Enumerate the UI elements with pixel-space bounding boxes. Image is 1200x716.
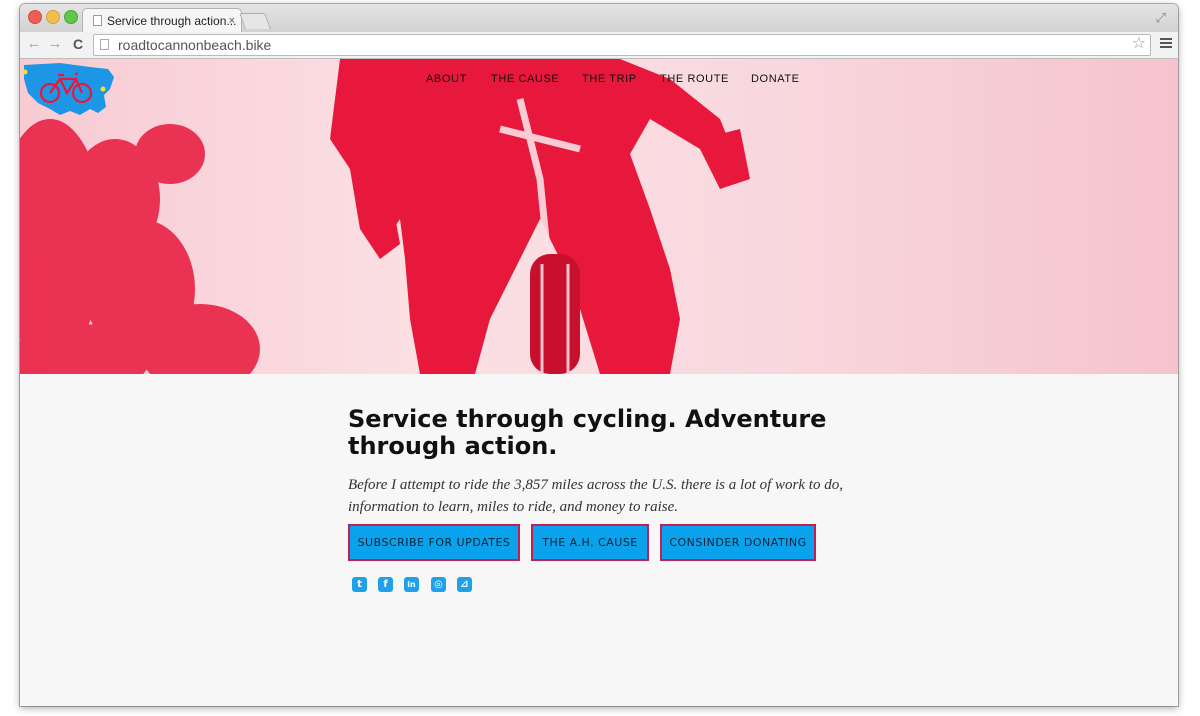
linkedin-icon[interactable]: in [404, 577, 419, 592]
reload-button[interactable]: C [68, 34, 88, 54]
browser-tab[interactable]: Service through action... × [82, 8, 242, 33]
facebook-icon[interactable]: f [378, 577, 393, 592]
hero-image: ABOUT THE CAUSE THE TRIP THE ROUTE DONAT… [20, 59, 1178, 374]
page-headline: Service through cycling. Adventure throu… [348, 405, 827, 460]
intro-paragraph: Before I attempt to ride the 3,857 miles… [348, 477, 843, 515]
nav-the-route-link[interactable]: THE ROUTE [660, 73, 729, 85]
new-tab-button[interactable] [239, 13, 271, 29]
web-page: ABOUT THE CAUSE THE TRIP THE ROUTE DONAT… [20, 59, 1178, 706]
forward-button[interactable]: → [45, 34, 65, 54]
browser-toolbar: ← → C roadtocannonbeach.bike ☆ [20, 32, 1178, 59]
rss-icon[interactable]: ⊿ [457, 577, 472, 592]
nav-the-trip-link[interactable]: THE TRIP [582, 73, 637, 85]
donate-button[interactable]: CONSINDER DONATING [660, 524, 816, 561]
the-cause-button[interactable]: THE A.H. CAUSE [531, 524, 649, 561]
twitter-icon[interactable]: t [352, 577, 367, 592]
tab-title: Service through action... [107, 14, 237, 28]
tab-close-icon[interactable]: × [229, 9, 235, 33]
nav-about-link[interactable]: ABOUT [426, 73, 467, 85]
cyclist-hero-graphic [20, 59, 750, 374]
browser-window: Service through action... × ⤢ ← → C road… [20, 4, 1178, 706]
nav-the-cause-link[interactable]: THE CAUSE [491, 73, 559, 85]
bookmark-star-icon[interactable]: ☆ [1132, 35, 1146, 53]
url-text[interactable]: roadtocannonbeach.bike [118, 36, 271, 54]
nav-donate-link[interactable]: DONATE [751, 73, 800, 85]
intro-section: Service through cycling. Adventure throu… [20, 374, 1178, 706]
address-bar[interactable]: roadtocannonbeach.bike ☆ [93, 34, 1151, 56]
restore-icon[interactable]: ⤢ [1156, 10, 1166, 26]
close-window-button[interactable] [28, 10, 42, 24]
maximize-window-button[interactable] [64, 10, 78, 24]
subscribe-button[interactable]: SUBSCRIBE FOR UPDATES [348, 524, 520, 561]
page-icon [93, 15, 102, 26]
page-icon [100, 39, 109, 50]
back-button[interactable]: ← [24, 34, 44, 54]
instagram-icon[interactable]: ◎ [431, 577, 446, 592]
minimize-window-button[interactable] [46, 10, 60, 24]
browser-menu-icon[interactable] [1160, 38, 1172, 48]
site-logo[interactable] [20, 59, 116, 121]
tab-strip: Service through action... × ⤢ [20, 4, 1178, 33]
